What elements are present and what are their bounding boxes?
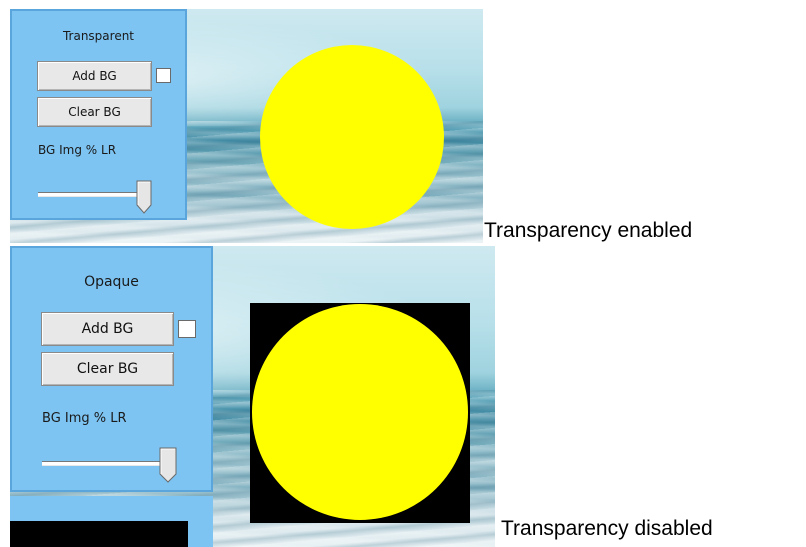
slider-label: BG Img % LR bbox=[38, 143, 117, 157]
sun-circle bbox=[252, 304, 468, 520]
sun-circle bbox=[260, 45, 444, 229]
control-panel: Transparent Add BG Clear BG BG Img % LR bbox=[10, 9, 187, 220]
add-bg-button[interactable]: Add BG bbox=[37, 61, 152, 91]
transparent-example: Transparent Add BG Clear BG BG Img % LR bbox=[10, 9, 483, 243]
bg-slider-track[interactable] bbox=[38, 192, 150, 197]
clear-bg-button[interactable]: Clear BG bbox=[37, 97, 152, 127]
bg-slider-thumb[interactable] bbox=[159, 447, 177, 483]
bg-slider-track[interactable] bbox=[42, 461, 170, 466]
bg-checkbox[interactable] bbox=[156, 68, 171, 83]
add-bg-button[interactable]: Add BG bbox=[41, 312, 174, 346]
opaque-example: Opaque Add BG Clear BG BG Img % LR bbox=[10, 246, 495, 547]
sun-image bbox=[250, 303, 470, 523]
bg-checkbox[interactable] bbox=[178, 320, 196, 338]
mode-label: Transparent bbox=[62, 29, 135, 43]
slider-label: BG Img % LR bbox=[42, 411, 127, 426]
mode-label: Opaque bbox=[84, 274, 139, 290]
caption-transparency-disabled: Transparency disabled bbox=[501, 517, 713, 540]
clear-bg-button[interactable]: Clear BG bbox=[41, 352, 174, 386]
caption-transparency-enabled: Transparency enabled bbox=[484, 219, 693, 242]
bg-slider-thumb[interactable] bbox=[136, 180, 152, 214]
control-panel: Opaque Add BG Clear BG BG Img % LR bbox=[10, 246, 213, 492]
sun-image bbox=[260, 45, 444, 229]
black-bar bbox=[10, 521, 188, 547]
